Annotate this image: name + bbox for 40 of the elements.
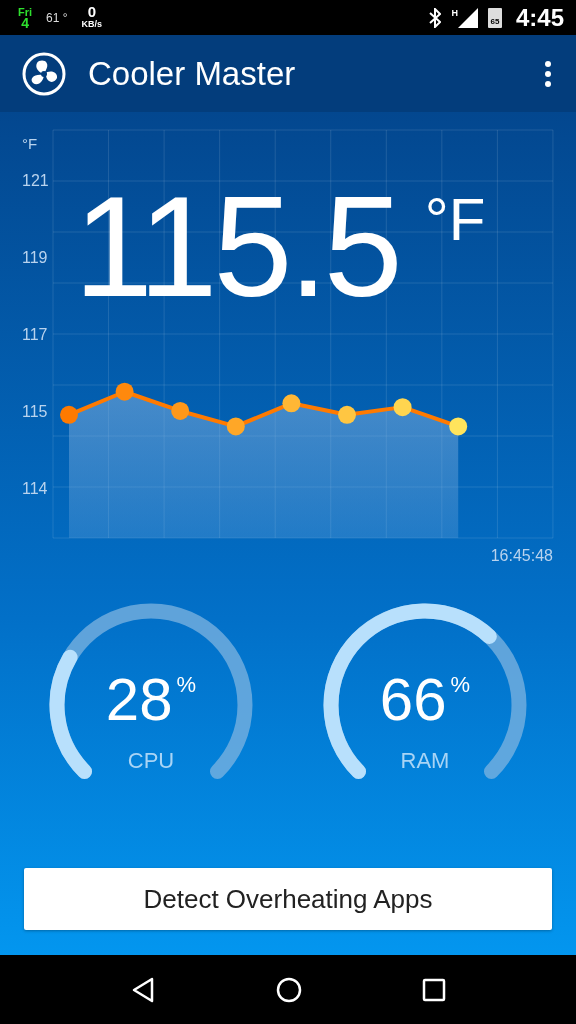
data-point — [282, 394, 301, 413]
bluetooth-icon — [429, 7, 442, 28]
percent-sign: % — [176, 672, 197, 698]
battery-icon: 65 — [487, 7, 502, 28]
data-point — [60, 405, 78, 424]
axis-label: 119 — [22, 249, 48, 266]
gauge-value: 28 — [105, 668, 173, 732]
network-speed: 0 — [87, 5, 96, 18]
temperature-reading: 115.5 — [74, 176, 399, 318]
data-point — [171, 402, 190, 420]
chart-time: 16:45:48 — [490, 547, 553, 564]
home-icon[interactable] — [276, 976, 302, 1003]
axis-label: 115 — [22, 403, 48, 420]
axis-unit: °F — [22, 135, 38, 152]
network-type: H — [451, 7, 458, 18]
data-point — [226, 417, 245, 436]
gauge-value: 66 — [379, 668, 447, 732]
status-date: 4 — [21, 17, 29, 29]
axis-label: 114 — [22, 480, 48, 497]
data-point — [393, 398, 412, 417]
more-menu-icon[interactable] — [544, 60, 552, 87]
data-point — [338, 405, 356, 424]
axis-label: 117 — [22, 326, 48, 343]
fan-icon — [22, 51, 66, 96]
percent-sign: % — [450, 672, 471, 698]
status-temperature: 61 ° — [46, 10, 68, 25]
app-title: Cooler Master — [88, 54, 297, 93]
recents-icon[interactable] — [422, 977, 446, 1002]
gauge-label: RAM — [400, 748, 450, 774]
data-point — [449, 417, 468, 436]
speed-unit: KB/s — [81, 17, 103, 30]
temperature-unit: °F — [424, 190, 486, 250]
gauge-label: CPU — [127, 748, 175, 774]
axis-label: 121 — [22, 172, 49, 190]
status-time: 4:45 — [515, 3, 564, 32]
status-day: Fri — [18, 6, 33, 18]
data-point — [115, 382, 134, 401]
back-icon[interactable] — [130, 976, 156, 1003]
detect-apps-button[interactable]: Detect Overheating Apps — [24, 868, 552, 930]
signal-icon — [457, 7, 478, 28]
